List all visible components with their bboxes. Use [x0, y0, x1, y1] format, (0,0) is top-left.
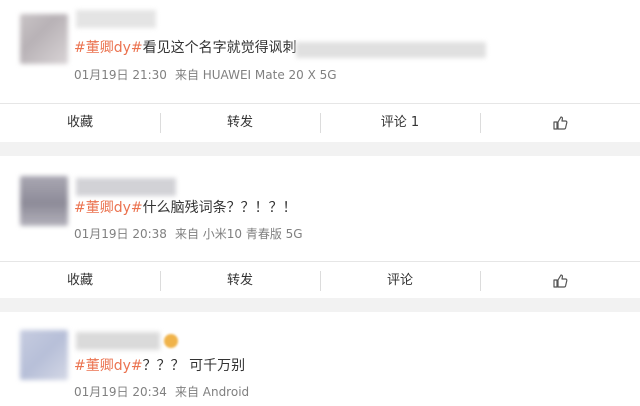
post-meta: 01月19日 21:30 来自 HUAWEI Mate 20 X 5G — [74, 67, 337, 83]
avatar[interactable] — [20, 14, 68, 64]
repost-button[interactable]: 转发 — [160, 262, 320, 300]
username-redacted[interactable] — [76, 178, 176, 196]
post-source: 来自 Android — [174, 385, 250, 399]
thumbs-up-icon — [552, 115, 568, 131]
username-redacted[interactable] — [76, 332, 160, 350]
repost-label: 转发 — [226, 115, 253, 130]
post-body: 看见这个名字就觉得讽刺 — [142, 40, 297, 56]
action-bar: 收藏 转发 评论 — [0, 262, 640, 300]
comment-label: 评论 — [386, 273, 413, 288]
post-text: #董卿dy#什么脑残词条？？！？！ — [74, 198, 297, 218]
hashtag-link[interactable]: #董卿dy# — [74, 358, 143, 374]
emoji-badge — [164, 334, 178, 348]
post-gap — [0, 142, 640, 156]
hashtag-link[interactable]: #董卿dy# — [74, 40, 143, 56]
collect-button[interactable]: 收藏 — [0, 104, 160, 142]
avatar[interactable] — [20, 176, 68, 226]
comment-label: 评论 1 — [380, 115, 420, 130]
thumbs-up-icon — [552, 273, 568, 289]
post-gap — [0, 298, 640, 312]
post-body: ？？？ 可千万别 — [142, 358, 246, 374]
post-body: 什么脑残词条？？！？！ — [142, 200, 297, 216]
post-text: #董卿dy#看见这个名字就觉得讽刺 — [74, 38, 297, 58]
post-card: #董卿dy#什么脑残词条？？！？！ 01月19日 20:38 来自 小米10 青春… — [0, 156, 640, 298]
post-source: 来自 HUAWEI Mate 20 X 5G — [174, 68, 337, 82]
collect-label: 收藏 — [66, 273, 93, 288]
text-redacted — [296, 42, 486, 58]
post-card: #董卿dy#？？？ 可千万别 01月19日 20:34 来自 Android — [0, 312, 640, 406]
like-button[interactable] — [480, 104, 640, 142]
post-card: #董卿dy#看见这个名字就觉得讽刺 01月19日 21:30 来自 HUAWEI … — [0, 0, 640, 142]
post-text: #董卿dy#？？？ 可千万别 — [74, 356, 245, 376]
comment-button[interactable]: 评论 — [320, 262, 480, 300]
post-meta: 01月19日 20:38 来自 小米10 青春版 5G — [74, 226, 303, 242]
post-time[interactable]: 01月19日 20:34 — [74, 385, 167, 399]
repost-label: 转发 — [226, 273, 253, 288]
repost-button[interactable]: 转发 — [160, 104, 320, 142]
post-time[interactable]: 01月19日 21:30 — [74, 68, 167, 82]
post-source: 来自 小米10 青春版 5G — [174, 227, 303, 241]
hashtag-link[interactable]: #董卿dy# — [74, 200, 143, 216]
post-meta: 01月19日 20:34 来自 Android — [74, 384, 249, 400]
post-time[interactable]: 01月19日 20:38 — [74, 227, 167, 241]
like-button[interactable] — [480, 262, 640, 300]
username-redacted[interactable] — [76, 10, 156, 28]
comment-button[interactable]: 评论 1 — [320, 104, 480, 142]
collect-button[interactable]: 收藏 — [0, 262, 160, 300]
action-bar: 收藏 转发 评论 1 — [0, 104, 640, 142]
avatar[interactable] — [20, 330, 68, 380]
collect-label: 收藏 — [66, 115, 93, 130]
